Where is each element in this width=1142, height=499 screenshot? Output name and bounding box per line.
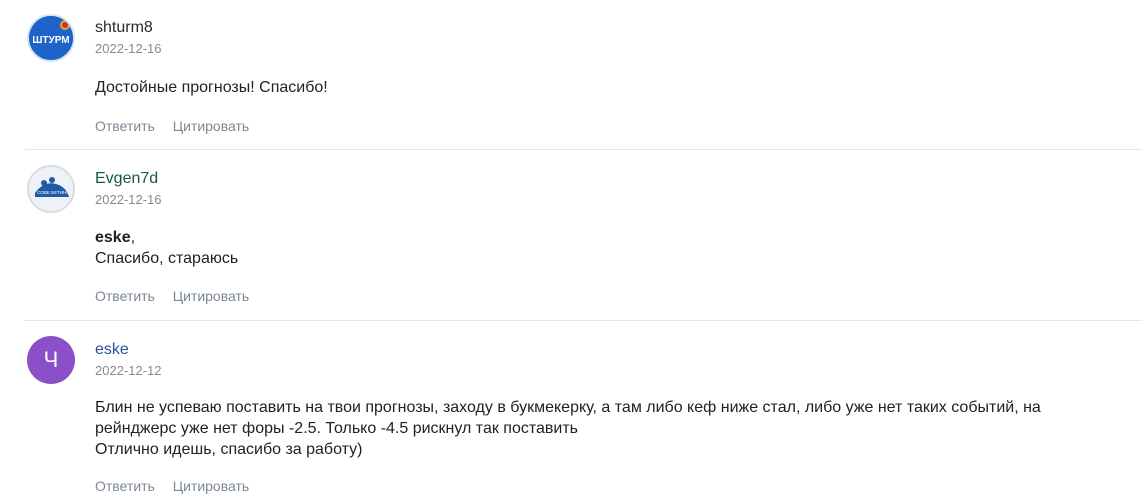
comment-date: 2022-12-16 — [95, 41, 162, 56]
quote-button[interactable]: Цитировать — [173, 118, 249, 134]
comment-author[interactable]: eske — [95, 340, 129, 360]
comment-text-line: рейнджерс уже нет форы -2.5. Только -4.5… — [95, 420, 579, 437]
sove-betting-logo-icon: СОВЕ БЕТИНГ — [29, 167, 73, 211]
comment-actions: Ответить Цитировать — [95, 477, 263, 495]
quote-button[interactable]: Цитировать — [173, 478, 249, 494]
comment-text-line: Блин не успеваю поставить на твои прогно… — [95, 399, 1041, 416]
comment-divider — [25, 320, 1142, 321]
comments-list: ШТУРМ shturm8 2022-12-16 Достойные прогн… — [0, 0, 1142, 499]
reply-button[interactable]: Ответить — [95, 478, 155, 494]
comment-date: 2022-12-12 — [95, 363, 162, 378]
avatar-logo-text: ШТУРМ — [32, 35, 69, 46]
comment-actions: Ответить Цитировать — [95, 117, 263, 135]
avatar[interactable]: ШТУРМ — [27, 14, 75, 62]
comment-date: 2022-12-16 — [95, 192, 162, 207]
comment-mention-line: eske, — [95, 227, 1095, 248]
comment-text: Блин не успеваю поставить на твои прогно… — [95, 397, 1105, 460]
avatar-letter: Ч — [43, 347, 59, 372]
comment-text: Достойные прогнозы! Спасибо! — [95, 77, 1095, 98]
avatar-logo-text: СОВЕ БЕТИНГ — [37, 190, 69, 195]
comment-text-line: Спасибо, стараюсь — [95, 250, 239, 267]
comment-text-line: Отлично идешь, спасибо за работу) — [95, 441, 363, 458]
comment-actions: Ответить Цитировать — [95, 287, 263, 305]
comment-author[interactable]: shturm8 — [95, 18, 153, 38]
comment-text-line: Достойные прогнозы! Спасибо! — [95, 79, 328, 96]
reply-button[interactable]: Ответить — [95, 118, 155, 134]
comment-author[interactable]: Evgen7d — [95, 169, 158, 189]
avatar[interactable]: Ч — [27, 336, 75, 384]
comment-mention[interactable]: eske — [95, 229, 131, 246]
mention-comma: , — [130, 229, 136, 246]
shturm-logo-icon: ШТУРМ — [29, 16, 73, 60]
avatar[interactable]: СОВЕ БЕТИНГ — [27, 165, 75, 213]
reply-button[interactable]: Ответить — [95, 288, 155, 304]
comment-divider — [25, 149, 1142, 150]
quote-button[interactable]: Цитировать — [173, 288, 249, 304]
comment-text: eske, Спасибо, стараюсь — [95, 227, 1095, 269]
